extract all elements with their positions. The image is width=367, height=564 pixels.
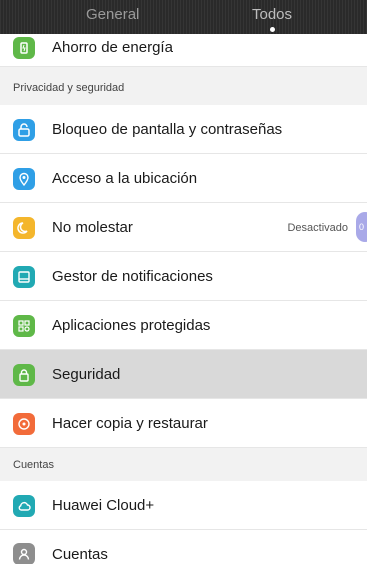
tab-general[interactable]: General bbox=[86, 6, 139, 23]
floating-badge[interactable]: 0 bbox=[356, 212, 367, 242]
row-label: Ahorro de energía bbox=[52, 39, 173, 56]
settings-row-cuentas[interactable]: Cuentas bbox=[0, 530, 367, 564]
backup-icon bbox=[13, 413, 35, 435]
row-label: Acceso a la ubicación bbox=[52, 170, 198, 187]
active-tab-indicator bbox=[270, 27, 275, 32]
battery-icon bbox=[13, 37, 35, 59]
section-label: Cuentas bbox=[13, 459, 54, 471]
row-label: Gestor de notificaciones bbox=[52, 268, 213, 285]
lock-screen-icon bbox=[13, 119, 35, 141]
settings-row-bloqueo[interactable]: Bloqueo de pantalla y contraseñas bbox=[0, 105, 367, 154]
row-label: No molestar bbox=[52, 219, 133, 236]
section-header-privacidad: Privacidad y seguridad bbox=[0, 67, 367, 105]
lock-icon bbox=[13, 364, 35, 386]
row-value: Desactivado bbox=[287, 222, 348, 234]
row-label: Huawei Cloud+ bbox=[52, 497, 155, 514]
settings-row-acceso[interactable]: Acceso a la ubicación bbox=[0, 154, 367, 203]
row-label: Bloqueo de pantalla y contraseñas bbox=[52, 121, 283, 138]
section-label: Privacidad y seguridad bbox=[13, 82, 125, 94]
row-label: Hacer copia y restaurar bbox=[52, 415, 208, 432]
settings-row-copia[interactable]: Hacer copia y restaurar bbox=[0, 399, 367, 448]
settings-row-huawei-cloud[interactable]: Huawei Cloud+ bbox=[0, 481, 367, 530]
cloud-icon bbox=[13, 495, 35, 517]
notification-icon bbox=[13, 266, 35, 288]
location-pin-icon bbox=[13, 168, 35, 190]
row-label: Cuentas bbox=[52, 546, 108, 563]
row-label: Aplicaciones protegidas bbox=[52, 317, 211, 334]
tab-todos[interactable]: Todos bbox=[252, 6, 292, 23]
moon-icon bbox=[13, 217, 35, 239]
settings-row-gestor[interactable]: Gestor de notificaciones bbox=[0, 252, 367, 301]
settings-row-no-molestar[interactable]: No molestar Desactivado 0 bbox=[0, 203, 367, 252]
person-icon bbox=[13, 543, 35, 564]
top-tab-bar: General Todos bbox=[0, 0, 367, 34]
row-label: Seguridad bbox=[52, 366, 121, 383]
settings-row-seguridad[interactable]: Seguridad bbox=[0, 350, 367, 399]
settings-row-ahorro[interactable]: Ahorro de energía bbox=[0, 34, 367, 67]
settings-row-aplicaciones[interactable]: Aplicaciones protegidas bbox=[0, 301, 367, 350]
apps-grid-icon bbox=[13, 315, 35, 337]
section-header-cuentas: Cuentas bbox=[0, 448, 367, 481]
